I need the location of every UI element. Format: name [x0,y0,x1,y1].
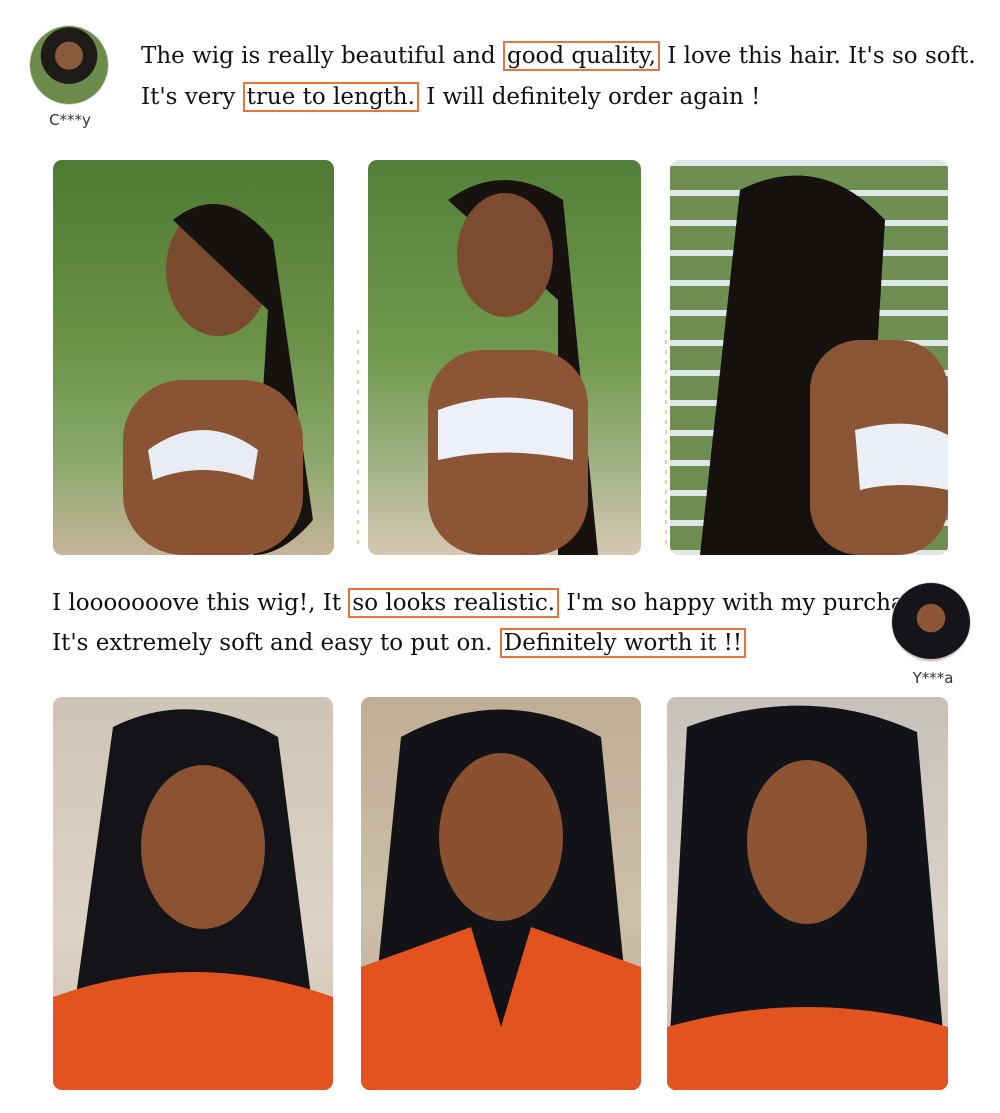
decorative-divider [665,330,667,550]
review-highlight: good quality, [502,41,660,71]
customer-photo-6[interactable] [667,697,948,1090]
review-text-2-line-2: It's extremely soft and easy to put on. … [52,623,747,663]
review-highlight: so looks realistic. [348,588,560,618]
customer-photo-3[interactable] [670,160,948,555]
reviewer-name-1: C***y [49,111,91,129]
review-highlight: true to length. [242,82,419,112]
customer-photo-2[interactable] [368,160,641,555]
customer-photo-4[interactable] [53,697,333,1090]
reviewer-avatar-1 [29,25,109,105]
customer-photo-5[interactable] [361,697,641,1090]
reviewer-name-2: Y***a [912,669,954,687]
reviewer-avatar-2 [891,582,971,662]
review-highlight: Definitely worth it !! [499,628,747,658]
customer-photo-1[interactable] [53,160,334,555]
review-text-1-line-1: The wig is really beautiful and good qua… [141,41,976,71]
review-text-1-line-2: It's very true to length. I will definit… [141,82,761,112]
decorative-divider [357,330,359,550]
review-text-2-line-1: I looooooove this wig!, It so looks real… [52,588,938,618]
